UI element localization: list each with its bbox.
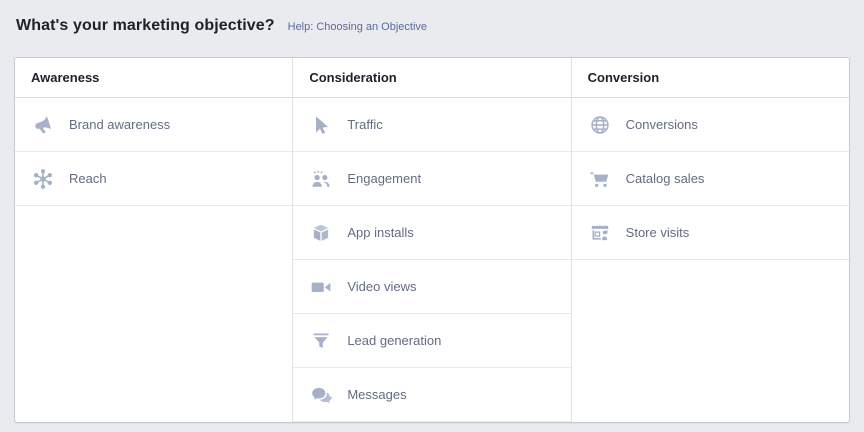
column-header-awareness: Awareness (15, 58, 293, 98)
objective-app-installs[interactable]: App installs (293, 206, 571, 260)
objective-label: Reach (69, 171, 107, 186)
video-camera-icon (309, 275, 333, 299)
objective-reach[interactable]: Reach (15, 152, 293, 206)
column-conversion: Conversion Conversions Catalog sales Sto… (571, 58, 849, 422)
funnel-icon (309, 329, 333, 353)
column-header-consideration: Consideration (293, 58, 571, 98)
megaphone-icon (31, 113, 55, 137)
objective-label: Store visits (625, 225, 690, 240)
help-choosing-objective-link[interactable]: Help: Choosing an Objective (288, 21, 427, 33)
objective-lead-generation[interactable]: Lead generation (293, 314, 571, 368)
objective-label: App installs (347, 225, 414, 240)
column-header-conversion: Conversion (571, 58, 849, 98)
storefront-icon (588, 221, 612, 245)
objective-conversions[interactable]: Conversions (571, 98, 849, 152)
objective-engagement[interactable]: Engagement (293, 152, 571, 206)
objective-label: Engagement (347, 171, 422, 186)
shopping-cart-icon (588, 167, 612, 191)
objective-table: Awareness Brand awareness Reach Consider… (14, 57, 850, 423)
objective-catalog-sales[interactable]: Catalog sales (571, 152, 849, 206)
objective-label: Traffic (347, 117, 383, 132)
objective-label: Video views (347, 279, 417, 294)
objective-label: Conversions (625, 117, 698, 132)
objective-messages[interactable]: Messages (293, 368, 571, 422)
objective-brand-awareness[interactable]: Brand awareness (15, 98, 293, 152)
page-title: What's your marketing objective? (16, 17, 275, 34)
objective-label: Brand awareness (69, 117, 171, 132)
objective-label: Catalog sales (625, 171, 705, 186)
objective-traffic[interactable]: Traffic (293, 98, 571, 152)
chat-bubbles-icon (309, 383, 333, 407)
cursor-icon (309, 113, 333, 137)
people-icon (309, 167, 333, 191)
objective-store-visits[interactable]: Store visits (571, 206, 849, 260)
cube-icon (309, 221, 333, 245)
objective-video-views[interactable]: Video views (293, 260, 571, 314)
objective-label: Messages (347, 387, 407, 402)
column-consideration: Consideration Traffic Engagement App ins… (293, 58, 572, 422)
objective-label: Lead generation (347, 333, 442, 348)
globe-icon (588, 113, 612, 137)
column-awareness: Awareness Brand awareness Reach (15, 58, 294, 422)
page-header: What's your marketing objective? Help: C… (16, 17, 427, 35)
starburst-icon (31, 167, 55, 191)
